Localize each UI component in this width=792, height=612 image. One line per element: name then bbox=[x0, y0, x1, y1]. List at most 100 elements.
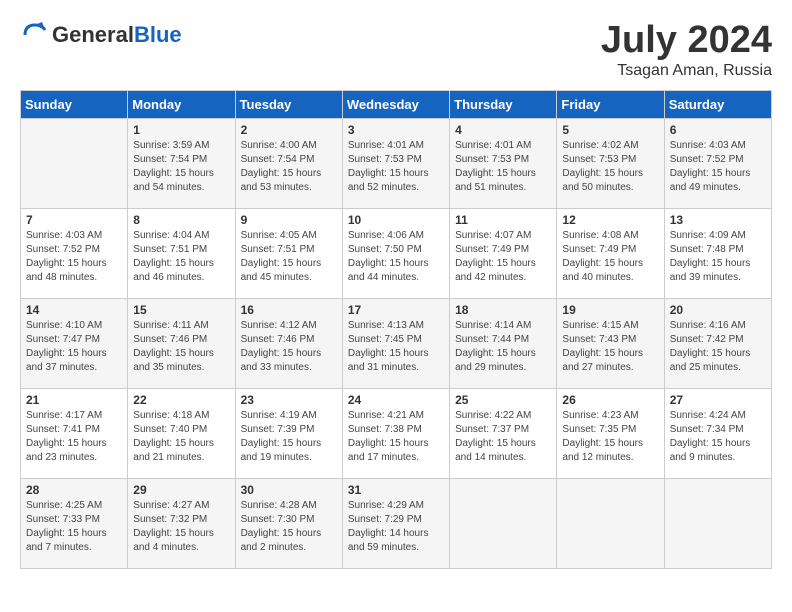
day-number: 18 bbox=[455, 303, 551, 317]
calendar-cell: 6 Sunrise: 4:03 AMSunset: 7:52 PMDaylight… bbox=[664, 118, 771, 208]
day-number: 5 bbox=[562, 123, 658, 137]
calendar-cell: 4 Sunrise: 4:01 AMSunset: 7:53 PMDaylight… bbox=[450, 118, 557, 208]
month-year-title: July 2024 bbox=[601, 20, 772, 62]
day-info: Sunrise: 4:05 AMSunset: 7:51 PMDaylight:… bbox=[241, 229, 337, 285]
calendar-cell: 29Sunrise: 4:27 AMSunset: 7:32 PMDayligh… bbox=[128, 478, 235, 568]
day-info: Sunrise: 4:08 AMSunset: 7:49 PMDaylight:… bbox=[562, 229, 658, 285]
day-number: 2 bbox=[241, 123, 337, 137]
calendar-cell: 1 Sunrise: 3:59 AMSunset: 7:54 PMDaylight… bbox=[128, 118, 235, 208]
day-number: 31 bbox=[348, 483, 444, 497]
day-info: Sunrise: 4:11 AMSunset: 7:46 PMDaylight:… bbox=[133, 319, 229, 375]
day-number: 25 bbox=[455, 393, 551, 407]
day-info: Sunrise: 4:01 AMSunset: 7:53 PMDaylight:… bbox=[348, 139, 444, 195]
calendar-cell: 14 Sunrise: 4:10 AMSunset: 7:47 PMDayligh… bbox=[21, 298, 128, 388]
day-info: Sunrise: 4:16 AMSunset: 7:42 PMDaylight:… bbox=[670, 319, 766, 375]
day-number: 7 bbox=[26, 213, 122, 227]
calendar-cell: 12 Sunrise: 4:08 AMSunset: 7:49 PMDayligh… bbox=[557, 208, 664, 298]
calendar-cell: 11 Sunrise: 4:07 AMSunset: 7:49 PMDayligh… bbox=[450, 208, 557, 298]
day-info: Sunrise: 4:12 AMSunset: 7:46 PMDaylight:… bbox=[241, 319, 337, 375]
calendar-cell: 25Sunrise: 4:22 AMSunset: 7:37 PMDayligh… bbox=[450, 388, 557, 478]
calendar-week-row: 1 Sunrise: 3:59 AMSunset: 7:54 PMDaylight… bbox=[21, 118, 772, 208]
day-info: Sunrise: 3:59 AMSunset: 7:54 PMDaylight:… bbox=[133, 139, 229, 195]
calendar-week-row: 7Sunrise: 4:03 AMSunset: 7:52 PMDaylight… bbox=[21, 208, 772, 298]
day-number: 6 bbox=[670, 123, 766, 137]
calendar-cell: 21Sunrise: 4:17 AMSunset: 7:41 PMDayligh… bbox=[21, 388, 128, 478]
page-header: GeneralBlue July 2024 Tsagan Aman, Russi… bbox=[20, 20, 772, 80]
calendar-cell: 31 Sunrise: 4:29 AMSunset: 7:29 PMDayligh… bbox=[342, 478, 449, 568]
day-info: Sunrise: 4:06 AMSunset: 7:50 PMDaylight:… bbox=[348, 229, 444, 285]
day-of-week-header: Friday bbox=[557, 90, 664, 118]
day-number: 1 bbox=[133, 123, 229, 137]
location-label: Tsagan Aman, Russia bbox=[601, 62, 772, 80]
calendar-cell: 8 Sunrise: 4:04 AMSunset: 7:51 PMDaylight… bbox=[128, 208, 235, 298]
logo-text: GeneralBlue bbox=[52, 22, 182, 48]
day-info: Sunrise: 4:23 AMSunset: 7:35 PMDaylight:… bbox=[562, 409, 658, 465]
day-info: Sunrise: 4:28 AMSunset: 7:30 PMDaylight:… bbox=[241, 499, 337, 555]
calendar-cell: 16 Sunrise: 4:12 AMSunset: 7:46 PMDayligh… bbox=[235, 298, 342, 388]
calendar-cell: 23 Sunrise: 4:19 AMSunset: 7:39 PMDayligh… bbox=[235, 388, 342, 478]
day-info: Sunrise: 4:24 AMSunset: 7:34 PMDaylight:… bbox=[670, 409, 766, 465]
calendar-cell bbox=[450, 478, 557, 568]
day-info: Sunrise: 4:21 AMSunset: 7:38 PMDaylight:… bbox=[348, 409, 444, 465]
day-number: 23 bbox=[241, 393, 337, 407]
logo-icon bbox=[20, 20, 50, 50]
day-number: 26 bbox=[562, 393, 658, 407]
calendar-cell: 24 Sunrise: 4:21 AMSunset: 7:38 PMDayligh… bbox=[342, 388, 449, 478]
day-info: Sunrise: 4:15 AMSunset: 7:43 PMDaylight:… bbox=[562, 319, 658, 375]
day-of-week-header: Sunday bbox=[21, 90, 128, 118]
day-number: 14 bbox=[26, 303, 122, 317]
day-number: 28 bbox=[26, 483, 122, 497]
day-number: 19 bbox=[562, 303, 658, 317]
day-number: 24 bbox=[348, 393, 444, 407]
day-number: 12 bbox=[562, 213, 658, 227]
day-number: 21 bbox=[26, 393, 122, 407]
day-number: 8 bbox=[133, 213, 229, 227]
day-number: 20 bbox=[670, 303, 766, 317]
calendar-cell: 17Sunrise: 4:13 AMSunset: 7:45 PMDayligh… bbox=[342, 298, 449, 388]
day-info: Sunrise: 4:01 AMSunset: 7:53 PMDaylight:… bbox=[455, 139, 551, 195]
day-info: Sunrise: 4:14 AMSunset: 7:44 PMDaylight:… bbox=[455, 319, 551, 375]
logo: GeneralBlue bbox=[20, 20, 182, 50]
day-info: Sunrise: 4:25 AMSunset: 7:33 PMDaylight:… bbox=[26, 499, 122, 555]
calendar-cell bbox=[557, 478, 664, 568]
calendar-cell: 15 Sunrise: 4:11 AMSunset: 7:46 PMDayligh… bbox=[128, 298, 235, 388]
calendar-cell: 30 Sunrise: 4:28 AMSunset: 7:30 PMDayligh… bbox=[235, 478, 342, 568]
day-of-week-header: Tuesday bbox=[235, 90, 342, 118]
day-info: Sunrise: 4:13 AMSunset: 7:45 PMDaylight:… bbox=[348, 319, 444, 375]
calendar-cell: 2 Sunrise: 4:00 AMSunset: 7:54 PMDaylight… bbox=[235, 118, 342, 208]
day-number: 30 bbox=[241, 483, 337, 497]
day-info: Sunrise: 4:03 AMSunset: 7:52 PMDaylight:… bbox=[670, 139, 766, 195]
day-number: 4 bbox=[455, 123, 551, 137]
title-area: July 2024 Tsagan Aman, Russia bbox=[601, 20, 772, 80]
day-info: Sunrise: 4:02 AMSunset: 7:53 PMDaylight:… bbox=[562, 139, 658, 195]
day-number: 15 bbox=[133, 303, 229, 317]
day-info: Sunrise: 4:18 AMSunset: 7:40 PMDaylight:… bbox=[133, 409, 229, 465]
calendar-week-row: 14 Sunrise: 4:10 AMSunset: 7:47 PMDayligh… bbox=[21, 298, 772, 388]
calendar-cell: 27Sunrise: 4:24 AMSunset: 7:34 PMDayligh… bbox=[664, 388, 771, 478]
calendar-cell: 28 Sunrise: 4:25 AMSunset: 7:33 PMDayligh… bbox=[21, 478, 128, 568]
day-of-week-header: Saturday bbox=[664, 90, 771, 118]
day-number: 13 bbox=[670, 213, 766, 227]
day-info: Sunrise: 4:29 AMSunset: 7:29 PMDaylight:… bbox=[348, 499, 444, 555]
day-info: Sunrise: 4:07 AMSunset: 7:49 PMDaylight:… bbox=[455, 229, 551, 285]
calendar-cell: 3Sunrise: 4:01 AMSunset: 7:53 PMDaylight… bbox=[342, 118, 449, 208]
calendar-table: SundayMondayTuesdayWednesdayThursdayFrid… bbox=[20, 90, 772, 569]
day-info: Sunrise: 4:19 AMSunset: 7:39 PMDaylight:… bbox=[241, 409, 337, 465]
day-info: Sunrise: 4:10 AMSunset: 7:47 PMDaylight:… bbox=[26, 319, 122, 375]
day-info: Sunrise: 4:04 AMSunset: 7:51 PMDaylight:… bbox=[133, 229, 229, 285]
calendar-week-row: 28 Sunrise: 4:25 AMSunset: 7:33 PMDayligh… bbox=[21, 478, 772, 568]
calendar-week-row: 21Sunrise: 4:17 AMSunset: 7:41 PMDayligh… bbox=[21, 388, 772, 478]
day-number: 10 bbox=[348, 213, 444, 227]
calendar-cell: 22Sunrise: 4:18 AMSunset: 7:40 PMDayligh… bbox=[128, 388, 235, 478]
day-info: Sunrise: 4:00 AMSunset: 7:54 PMDaylight:… bbox=[241, 139, 337, 195]
day-of-week-header: Monday bbox=[128, 90, 235, 118]
day-of-week-header: Wednesday bbox=[342, 90, 449, 118]
calendar-cell bbox=[21, 118, 128, 208]
calendar-cell: 10 Sunrise: 4:06 AMSunset: 7:50 PMDayligh… bbox=[342, 208, 449, 298]
calendar-cell: 9Sunrise: 4:05 AMSunset: 7:51 PMDaylight… bbox=[235, 208, 342, 298]
calendar-cell: 20 Sunrise: 4:16 AMSunset: 7:42 PMDayligh… bbox=[664, 298, 771, 388]
calendar-cell: 18 Sunrise: 4:14 AMSunset: 7:44 PMDayligh… bbox=[450, 298, 557, 388]
day-number: 16 bbox=[241, 303, 337, 317]
calendar-header-row: SundayMondayTuesdayWednesdayThursdayFrid… bbox=[21, 90, 772, 118]
day-number: 11 bbox=[455, 213, 551, 227]
